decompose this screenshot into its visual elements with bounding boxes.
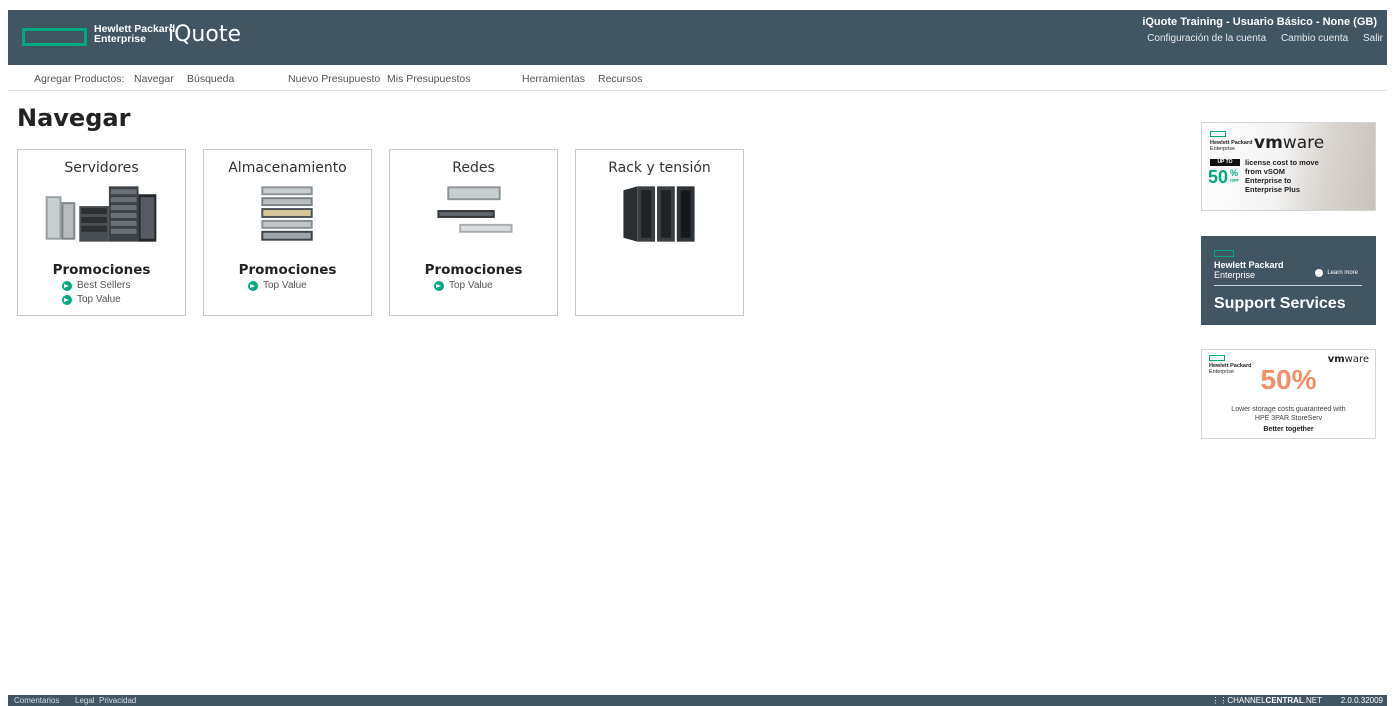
ad-percent: 50% (1260, 364, 1317, 395)
ad-percent-sign: % (1230, 168, 1239, 178)
hpe-logo-icon (1210, 131, 1226, 137)
ad-support-title: Support Services (1214, 295, 1346, 312)
nav-browse[interactable]: Navegar (134, 73, 174, 85)
category-card-storage[interactable]: Almacenamiento Promociones Top Value (203, 149, 372, 316)
footer: Comentarios Legal Privacidad ⋮⋮CHANNELCE… (8, 695, 1387, 706)
promo-link-top-value[interactable]: Top Value (434, 280, 493, 291)
vmware-logo: vmware (1254, 133, 1325, 153)
promo-link-best-sellers[interactable]: Best Sellers (62, 280, 130, 291)
hpe-logo-text[interactable]: Hewlett Packard Enterprise (94, 24, 175, 45)
nav-tools[interactable]: Herramientas (522, 73, 585, 85)
promo-link-top-value[interactable]: Top Value (62, 294, 121, 305)
app-name[interactable]: iQuote (168, 22, 241, 47)
page-title: Navegar (17, 104, 131, 132)
networking-image[interactable] (390, 184, 557, 244)
footer-feedback-link[interactable]: Comentarios (14, 696, 59, 705)
card-title[interactable]: Almacenamiento (204, 160, 371, 176)
category-card-rack-power[interactable]: Rack y tensión (575, 149, 744, 316)
hpe-logo-icon (1214, 250, 1234, 257)
hpe-logo-icon (1209, 355, 1225, 361)
account-settings-link[interactable]: Configuración de la cuenta (1147, 33, 1266, 44)
promo-link-label: Top Value (77, 294, 121, 305)
account-links: Configuración de la cuenta Cambio cuenta… (1135, 33, 1383, 44)
footer-legal-link[interactable]: Legal (75, 696, 95, 705)
ad-percent: 50 (1208, 167, 1229, 187)
nav-search[interactable]: Búsqueda (187, 73, 234, 85)
promotions-heading: Promociones (238, 262, 337, 278)
arrow-right-circle-icon (1315, 269, 1324, 277)
rack-image[interactable] (576, 184, 743, 244)
ad-off: OFF (1230, 178, 1239, 183)
ad-storage-text: Lower storage costs guaranteed with HPE … (1231, 406, 1346, 422)
ad-support-services[interactable]: Hewlett Packard Enterprise Learn more Su… (1201, 236, 1376, 325)
main-nav: Agregar Productos: Navegar Búsqueda Nuev… (8, 65, 1387, 91)
hpe-logo-icon[interactable] (22, 28, 87, 46)
ad-vmware-license[interactable]: Hewlett Packard Enterprise vmware UP TO … (1201, 122, 1376, 211)
category-card-servers[interactable]: Servidores Promociones Best Sellers Top … (17, 149, 186, 316)
promo-link-top-value[interactable]: Top Value (248, 280, 307, 291)
category-card-networking[interactable]: Redes Promociones Top Value (389, 149, 558, 316)
nav-resources[interactable]: Recursos (598, 73, 642, 85)
ad-license-text: license cost to move from vSOM Enterpris… (1245, 158, 1319, 194)
arrow-right-circle-icon (62, 280, 72, 291)
ad-3par-storage[interactable]: Hewlett Packard Enterprise vmware 50% Lo… (1201, 349, 1376, 439)
promo-link-label: Top Value (449, 280, 493, 291)
promo-link-label: Best Sellers (77, 280, 131, 291)
promo-link-label: Top Value (263, 280, 307, 291)
card-title[interactable]: Redes (390, 160, 557, 176)
nav-new-quote[interactable]: Nuevo Presupuesto (288, 73, 380, 85)
footer-privacy-link[interactable]: Privacidad (99, 696, 136, 705)
learn-more-link[interactable]: Learn more (1315, 269, 1358, 277)
nav-add-products-label: Agregar Productos: (34, 73, 125, 85)
arrow-right-circle-icon (434, 280, 444, 291)
grid-icon: ⋮⋮ (1211, 696, 1228, 705)
ad-logo-text: Hewlett Packard Enterprise (1214, 260, 1284, 280)
footer-version: 2.0.0.32009 (1340, 696, 1383, 705)
card-title[interactable]: Rack y tensión (576, 160, 743, 176)
logout-link[interactable]: Salir (1363, 33, 1383, 44)
footer-brand[interactable]: ⋮⋮CHANNELCENTRAL.NET (1211, 696, 1322, 705)
logo-line-2: Enterprise (94, 33, 146, 45)
up-to-badge: UP TO (1210, 159, 1240, 166)
user-info: iQuote Training - Usuario Básico - None … (1142, 16, 1377, 28)
promotions-heading: Promociones (52, 262, 151, 278)
arrow-right-circle-icon (248, 280, 258, 291)
ad-logo-text: Hewlett Packard Enterprise (1210, 140, 1253, 152)
promotions-heading: Promociones (424, 262, 523, 278)
card-title[interactable]: Servidores (18, 160, 185, 176)
divider (1214, 285, 1362, 286)
nav-my-quotes[interactable]: Mis Presupuestos (387, 73, 470, 85)
page: Hewlett Packard Enterprise iQuote iQuote… (0, 0, 1395, 706)
top-header: Hewlett Packard Enterprise iQuote iQuote… (8, 10, 1387, 65)
servers-image[interactable] (18, 184, 185, 244)
storage-image[interactable] (204, 184, 371, 244)
arrow-right-circle-icon (62, 294, 72, 305)
ad-tagline: Better together (1263, 426, 1314, 433)
change-account-link[interactable]: Cambio cuenta (1281, 33, 1348, 44)
